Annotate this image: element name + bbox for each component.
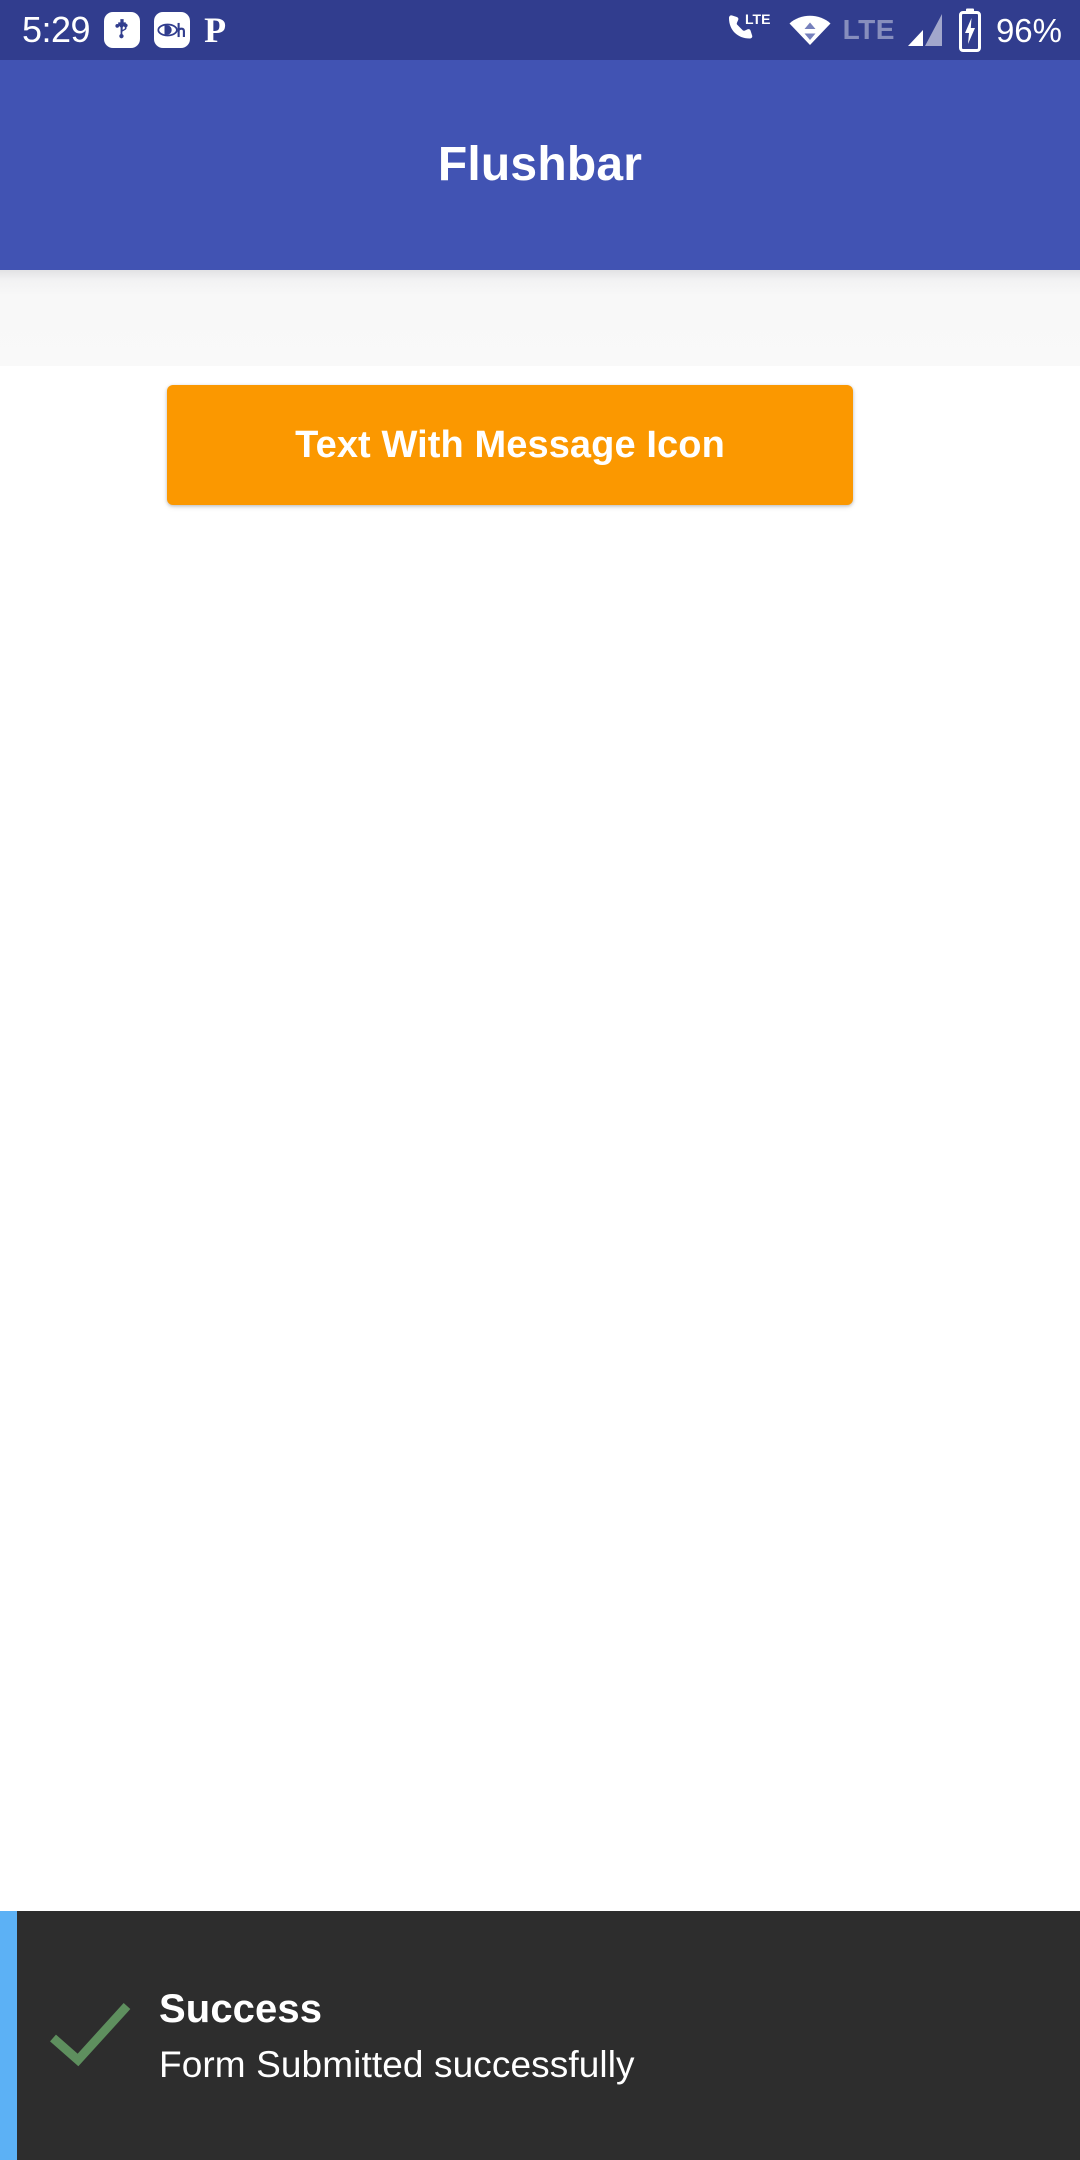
status-bar-clock: 5:29 bbox=[22, 9, 91, 50]
usb-icon bbox=[104, 12, 141, 48]
flushbar-message: Form Submitted successfully bbox=[159, 2044, 635, 2086]
status-bar-right-group: LTE LTE 96% bbox=[725, 8, 1062, 52]
check-icon bbox=[47, 1998, 133, 2073]
cellular-signal-icon bbox=[906, 12, 946, 48]
battery-charging-icon bbox=[957, 8, 983, 52]
flushbar-success-toast[interactable]: Success Form Submitted successfully bbox=[0, 1911, 1080, 2160]
wifi-icon bbox=[788, 13, 832, 47]
svg-text:LTE: LTE bbox=[745, 11, 770, 27]
flushbar-icon-wrapper bbox=[17, 1911, 159, 2160]
battery-percent-label: 96% bbox=[995, 11, 1062, 49]
app-bar: Flushbar bbox=[0, 60, 1080, 270]
volte-icon: LTE bbox=[725, 10, 777, 50]
flushbar-text-block: Success Form Submitted successfully bbox=[159, 1911, 1080, 2160]
phonepe-icon: P bbox=[204, 10, 227, 50]
app-bar-shadow bbox=[0, 270, 1080, 366]
status-bar-left-group: 5:29 P bbox=[22, 12, 226, 48]
text-with-message-icon-button[interactable]: Text With Message Icon bbox=[167, 385, 853, 505]
status-bar: 5:29 P LTE LTE 96% bbox=[0, 0, 1080, 60]
disney-hotstar-icon bbox=[154, 12, 191, 48]
flushbar-left-indicator bbox=[0, 1911, 17, 2160]
app-bar-title: Flushbar bbox=[437, 138, 643, 191]
lte-label-icon: LTE bbox=[842, 14, 895, 45]
content-area bbox=[0, 366, 1080, 1911]
flushbar-title: Success bbox=[159, 1986, 323, 2031]
